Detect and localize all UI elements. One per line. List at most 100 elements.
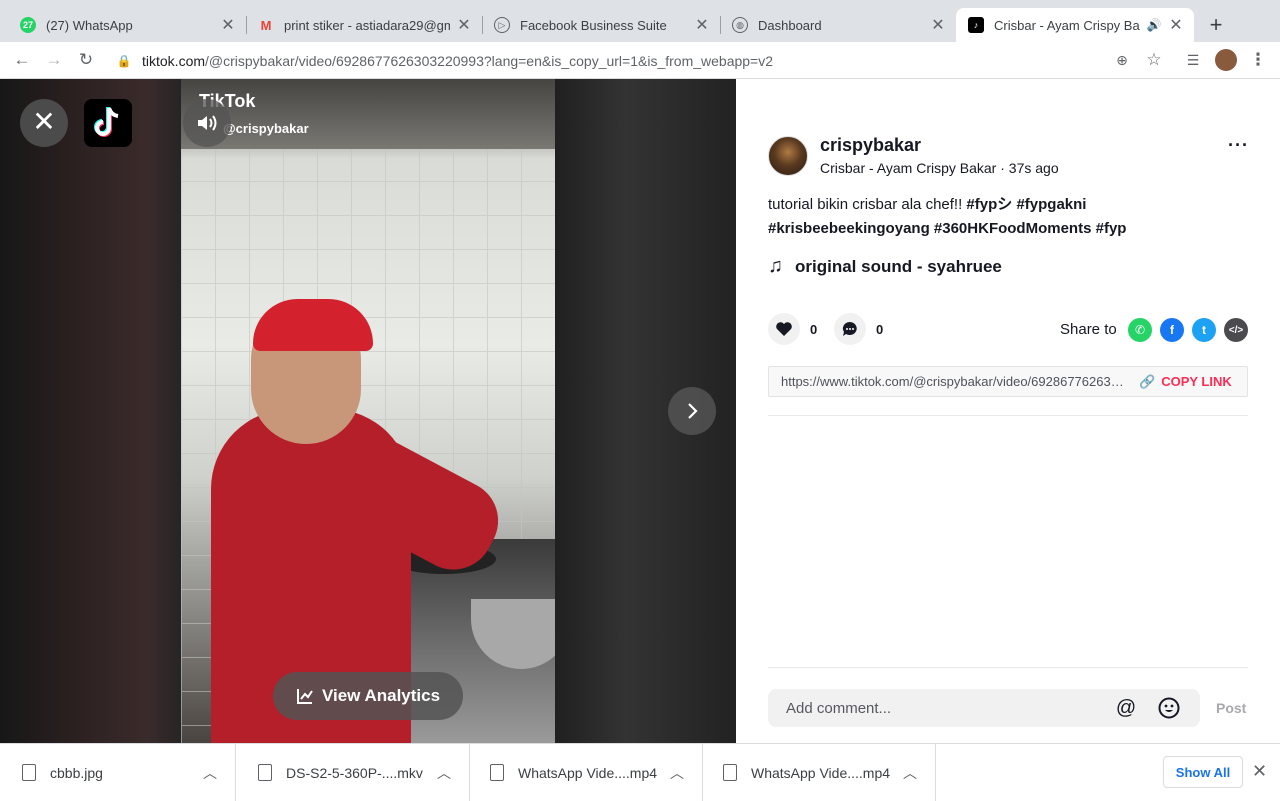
downloads-bar: cbbb.jpg ︿ DS-S2-5-360P-....mkv ︿ WhatsA… — [0, 743, 1280, 801]
hashtag[interactable]: #krisbeebeekingoyang — [768, 220, 930, 237]
author-subline: Crisbar - Ayam Crispy Bakar · 37s ago — [820, 160, 1059, 176]
comment-input[interactable]: Add comment... @ — [768, 689, 1200, 727]
audio-playing-icon[interactable]: 🔊 — [1146, 18, 1162, 32]
show-all-downloads-button[interactable]: Show All — [1163, 756, 1243, 788]
more-options-button[interactable]: ··· — [1228, 135, 1249, 156]
close-tab-icon[interactable]: ✕ — [220, 15, 236, 35]
author-avatar[interactable] — [768, 136, 808, 176]
hashtag[interactable]: #fyp — [1096, 220, 1127, 237]
analytics-label: View Analytics — [321, 686, 441, 705]
tab-facebook-business[interactable]: ▷ Facebook Business Suite ✕ — [482, 8, 720, 42]
gmail-icon: M — [260, 17, 272, 33]
caption-text: tutorial bikin crisbar ala chef!! — [768, 196, 967, 213]
watermark-username: @crispybakar — [223, 121, 309, 136]
post-caption: tutorial bikin crisbar ala chef!! #fypシ … — [768, 193, 1248, 241]
install-app-icon[interactable]: ⊕ — [1110, 48, 1134, 72]
forward-button[interactable]: → — [42, 48, 66, 72]
next-video-button[interactable] — [668, 387, 716, 435]
tab-whatsapp[interactable]: 27 (27) WhatsApp ✕ — [8, 8, 246, 42]
copy-link-label: COPY LINK — [1161, 374, 1232, 389]
tab-title: print stiker - astiadara29@gmail.com — [284, 17, 450, 33]
share-twitter-icon[interactable]: t — [1192, 318, 1216, 342]
author-username[interactable]: crispybakar — [820, 135, 921, 156]
sound-title: original sound - syahruee — [795, 256, 1002, 276]
download-item[interactable]: DS-S2-5-360P-....mkv ︿ — [236, 744, 470, 801]
hashtag[interactable]: #fypシ — [966, 196, 1012, 213]
post-details-panel: crispybakar Crisbar - Ayam Crispy Bakar … — [736, 79, 1280, 743]
share-label: Share to — [1060, 321, 1117, 338]
url-host: tiktok.com — [142, 52, 206, 69]
url-path: /@crispybakar/video/6928677626303220993?… — [205, 52, 774, 69]
download-item[interactable]: cbbb.jpg ︿ — [0, 744, 236, 801]
smiley-icon — [1158, 697, 1180, 719]
download-filename: DS-S2-5-360P-....mkv — [286, 764, 423, 781]
comment-count: 0 — [876, 321, 884, 337]
like-stat: 0 — [768, 313, 817, 345]
share-facebook-icon[interactable]: f — [1160, 318, 1184, 342]
person-cap — [253, 299, 373, 351]
tiktok-note-icon — [94, 107, 119, 137]
post-time: 37s ago — [1008, 160, 1059, 176]
analytics-chart-icon — [296, 689, 313, 704]
mute-toggle-button[interactable] — [183, 99, 231, 147]
copy-link-button[interactable]: 🔗 COPY LINK — [1139, 374, 1232, 390]
chevron-up-icon[interactable]: ︿ — [670, 763, 684, 783]
profile-avatar[interactable] — [1214, 48, 1238, 72]
tab-gmail[interactable]: M print stiker - astiadara29@gmail.com ✕ — [246, 8, 482, 42]
like-button[interactable] — [768, 313, 800, 345]
bookmark-star-icon[interactable]: ☆ — [1142, 48, 1166, 72]
video-frame[interactable]: TikTok @crispybakar — [181, 79, 555, 743]
whatsapp-icon: 27 — [20, 17, 36, 33]
download-filename: cbbb.jpg — [50, 764, 103, 781]
kitchen-hood — [181, 79, 555, 149]
share-link-text[interactable]: https://www.tiktok.com/@crispybakar/vide… — [769, 374, 1125, 389]
new-tab-button[interactable]: + — [1204, 12, 1228, 38]
tab-title: Dashboard — [758, 17, 822, 33]
close-tab-icon[interactable]: ✕ — [694, 15, 710, 35]
tab-dashboard[interactable]: ◍ Dashboard ✕ — [720, 8, 956, 42]
download-item[interactable]: WhatsApp Vide....mp4 ︿ — [470, 744, 703, 801]
comment-button[interactable] — [834, 313, 866, 345]
browser-menu-icon[interactable]: ⋮ — [1246, 48, 1270, 72]
divider — [768, 667, 1248, 668]
heart-icon — [776, 322, 792, 336]
browser-toolbar: ← → ↻ 🔒 tiktok.com/@crispybakar/video/69… — [0, 42, 1280, 79]
share-whatsapp-icon[interactable]: ✆ — [1128, 318, 1152, 342]
video-file-icon — [723, 764, 737, 781]
close-video-button[interactable]: ✕ — [20, 99, 68, 147]
download-item[interactable]: WhatsApp Vide....mp4 ︿ — [703, 744, 936, 801]
post-comment-button[interactable]: Post — [1216, 700, 1246, 716]
back-button[interactable]: ← — [10, 48, 34, 72]
share-embed-icon[interactable]: </> — [1224, 318, 1248, 342]
hashtag[interactable]: #fypgakni — [1016, 196, 1086, 213]
sound-link[interactable]: ♫ original sound - syahruee — [768, 255, 1002, 278]
address-bar[interactable]: 🔒 tiktok.com/@crispybakar/video/69286776… — [112, 46, 1072, 75]
download-filename: WhatsApp Vide....mp4 — [518, 764, 658, 781]
divider — [768, 415, 1248, 416]
chevron-up-icon[interactable]: ︿ — [203, 763, 217, 783]
tab-title: Crisbar - Ayam Crispy Bakar — [994, 17, 1140, 33]
close-downloads-icon[interactable]: ✕ — [1252, 761, 1267, 782]
hashtag[interactable]: #360HKFoodMoments — [934, 220, 1092, 237]
mention-icon[interactable]: @ — [1114, 696, 1138, 720]
tiktok-logo-icon[interactable] — [84, 99, 132, 147]
view-analytics-button[interactable]: View Analytics — [273, 672, 463, 720]
tab-tiktok-crisbar[interactable]: ♪ Crisbar - Ayam Crispy Bakar 🔊 ✕ — [956, 8, 1194, 42]
emoji-icon[interactable] — [1157, 696, 1181, 720]
download-filename: WhatsApp Vide....mp4 — [751, 764, 891, 781]
tiktok-icon: ♪ — [968, 17, 984, 33]
chevron-up-icon[interactable]: ︿ — [903, 763, 917, 783]
media-control-icon[interactable]: ☰ — [1181, 48, 1205, 72]
tab-title: (27) WhatsApp — [46, 17, 133, 33]
close-tab-icon[interactable]: ✕ — [1168, 15, 1184, 35]
speaker-icon — [198, 115, 217, 131]
close-tab-icon[interactable]: ✕ — [930, 15, 946, 35]
comment-bubble-icon — [842, 321, 857, 336]
close-tab-icon[interactable]: ✕ — [456, 15, 472, 35]
chevron-right-icon — [688, 403, 698, 419]
reload-button[interactable]: ↻ — [74, 48, 98, 72]
video-player-area[interactable]: TikTok @crispybakar ✕ View Analytics — [0, 79, 736, 743]
chevron-up-icon[interactable]: ︿ — [437, 763, 451, 783]
browser-tab-strip: 27 (27) WhatsApp ✕ M print stiker - asti… — [0, 0, 1280, 42]
lock-icon[interactable]: 🔒 — [112, 54, 136, 68]
